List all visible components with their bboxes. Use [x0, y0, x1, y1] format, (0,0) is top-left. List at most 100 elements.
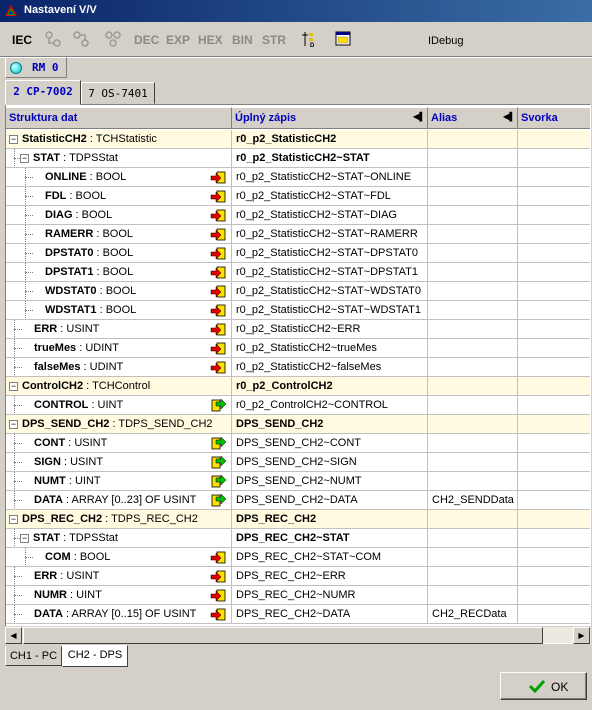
alias-cell[interactable] [428, 396, 518, 415]
alias-cell[interactable] [428, 168, 518, 187]
structure-cell[interactable]: − ControlCH2 : TCHControl [6, 377, 232, 396]
structure-cell[interactable]: WDSTAT1 : BOOL [6, 301, 232, 320]
table-row[interactable]: falseMes : UDINT r0_p2_StatisticCH2~false… [6, 358, 590, 377]
tab-os-7401[interactable]: 7 OS-7401 [81, 82, 155, 104]
table-row[interactable]: WDSTAT1 : BOOL r0_p2_StatisticCH2~STAT~WD… [6, 301, 590, 320]
full-name-cell[interactable]: r0_p2_StatisticCH2~STAT~DPSTAT1 [232, 263, 428, 282]
full-name-cell[interactable]: r0_p2_StatisticCH2~STAT [232, 149, 428, 168]
structure-cell[interactable]: CONT : USINT [6, 434, 232, 453]
svorka-cell[interactable] [518, 149, 590, 168]
full-name-cell[interactable]: r0_p2_StatisticCH2~STAT~RAMERR [232, 225, 428, 244]
alias-cell[interactable] [428, 586, 518, 605]
table-row[interactable]: − STAT : TDPSStat DPS_REC_CH2~STAT [6, 529, 590, 548]
full-name-cell[interactable]: r0_p2_StatisticCH2~STAT~WDSTAT1 [232, 301, 428, 320]
alias-cell[interactable] [428, 472, 518, 491]
full-name-cell[interactable]: DPS_REC_CH2~STAT~COM [232, 548, 428, 567]
structure-cell[interactable]: ERR : USINT [6, 320, 232, 339]
structure-cell[interactable]: DPSTAT1 : BOOL [6, 263, 232, 282]
table-row[interactable]: ONLINE : BOOL r0_p2_StatisticCH2~STAT~ONL… [6, 168, 590, 187]
table-row[interactable]: − ControlCH2 : TCHControl r0_p2_ControlCH2 [6, 377, 590, 396]
table-row[interactable]: NUMT : UINT DPS_SEND_CH2~NUMT [6, 472, 590, 491]
step-icon[interactable] [44, 30, 62, 48]
structure-cell[interactable]: ONLINE : BOOL [6, 168, 232, 187]
svorka-cell[interactable] [518, 491, 590, 510]
column-resize-icon[interactable]: ◀▌ [503, 112, 515, 121]
alias-cell[interactable] [428, 377, 518, 396]
table-row[interactable]: ERR : USINT r0_p2_StatisticCH2~ERR [6, 320, 590, 339]
structure-cell[interactable]: falseMes : UDINT [6, 358, 232, 377]
full-name-cell[interactable]: r0_p2_StatisticCH2 [232, 130, 428, 149]
full-name-cell[interactable]: r0_p2_StatisticCH2~STAT~DIAG [232, 206, 428, 225]
table-row[interactable]: DATA : ARRAY [0..15] OF USINT DPS_REC_CH2… [6, 605, 590, 624]
step-icon[interactable] [104, 30, 122, 48]
svorka-cell[interactable] [518, 415, 590, 434]
column-header-alias[interactable]: Alias ◀▌ [428, 107, 518, 129]
alias-cell[interactable]: CH2_SENDData [428, 491, 518, 510]
full-name-cell[interactable]: DPS_REC_CH2~STAT [232, 529, 428, 548]
full-name-cell[interactable]: DPS_REC_CH2 [232, 510, 428, 529]
alias-cell[interactable] [428, 510, 518, 529]
horizontal-scrollbar[interactable]: ◀ ▶ [5, 626, 591, 644]
exp-button[interactable]: EXP [166, 33, 190, 47]
window-icon[interactable] [334, 30, 352, 48]
full-name-cell[interactable]: r0_p2_ControlCH2 [232, 377, 428, 396]
table-row[interactable]: − STAT : TDPSStat r0_p2_StatisticCH2~STAT [6, 149, 590, 168]
bin-button[interactable]: BIN [232, 33, 253, 47]
table-row[interactable]: CONTROL : UINT r0_p2_ControlCH2~CONTROL [6, 396, 590, 415]
svorka-cell[interactable] [518, 472, 590, 491]
full-name-cell[interactable]: r0_p2_StatisticCH2~falseMes [232, 358, 428, 377]
tab-ch1-pc[interactable]: CH1 - PC [5, 646, 62, 666]
column-resize-icon[interactable]: ◀▌ [413, 112, 425, 121]
alias-cell[interactable] [428, 529, 518, 548]
svorka-cell[interactable] [518, 263, 590, 282]
full-name-cell[interactable]: r0_p2_StatisticCH2~STAT~DPSTAT0 [232, 244, 428, 263]
full-name-cell[interactable]: r0_p2_StatisticCH2~trueMes [232, 339, 428, 358]
table-row[interactable]: NUMR : UINT DPS_REC_CH2~NUMR [6, 586, 590, 605]
full-name-cell[interactable]: r0_p2_StatisticCH2~STAT~ONLINE [232, 168, 428, 187]
scroll-right-icon[interactable]: ▶ [573, 627, 590, 644]
alias-cell[interactable] [428, 282, 518, 301]
table-row[interactable]: RAMERR : BOOL r0_p2_StatisticCH2~STAT~RAM… [6, 225, 590, 244]
alias-cell[interactable]: CH2_RECData [428, 605, 518, 624]
svorka-cell[interactable] [518, 320, 590, 339]
table-row[interactable]: − DPS_SEND_CH2 : TDPS_SEND_CH2 DPS_SEND_CH… [6, 415, 590, 434]
structure-cell[interactable]: − DPS_SEND_CH2 : TDPS_SEND_CH2 [6, 415, 232, 434]
table-row[interactable]: SIGN : USINT DPS_SEND_CH2~SIGN [6, 453, 590, 472]
structure-cell[interactable]: CONTROL : UINT [6, 396, 232, 415]
collapse-icon[interactable]: − [9, 135, 18, 144]
svorka-cell[interactable] [518, 282, 590, 301]
structure-cell[interactable]: DATA : ARRAY [0..15] OF USINT [6, 605, 232, 624]
structure-cell[interactable]: NUMT : UINT [6, 472, 232, 491]
table-row[interactable]: COM : BOOL DPS_REC_CH2~STAT~COM [6, 548, 590, 567]
full-name-cell[interactable]: r0_p2_StatisticCH2~STAT~WDSTAT0 [232, 282, 428, 301]
full-name-cell[interactable]: r0_p2_ControlCH2~CONTROL [232, 396, 428, 415]
alias-cell[interactable] [428, 320, 518, 339]
full-name-cell[interactable]: r0_p2_StatisticCH2~ERR [232, 320, 428, 339]
structure-cell[interactable]: FDL : BOOL [6, 187, 232, 206]
alias-cell[interactable] [428, 301, 518, 320]
svorka-cell[interactable] [518, 225, 590, 244]
alias-cell[interactable] [428, 339, 518, 358]
iec-button[interactable]: IEC [12, 33, 32, 47]
alias-cell[interactable] [428, 434, 518, 453]
structure-cell[interactable]: COM : BOOL [6, 548, 232, 567]
scroll-thumb[interactable] [23, 627, 543, 644]
alias-cell[interactable] [428, 244, 518, 263]
svorka-cell[interactable] [518, 168, 590, 187]
table-row[interactable]: DPSTAT1 : BOOL r0_p2_StatisticCH2~STAT~DP… [6, 263, 590, 282]
column-header-svorka[interactable]: Svorka [518, 107, 590, 129]
alias-cell[interactable] [428, 263, 518, 282]
table-row[interactable]: WDSTAT0 : BOOL r0_p2_StatisticCH2~STAT~WD… [6, 282, 590, 301]
svorka-cell[interactable] [518, 130, 590, 149]
structure-cell[interactable]: − STAT : TDPSStat [6, 149, 232, 168]
column-header-full[interactable]: Úplný zápis ◀▌ [232, 107, 428, 129]
structure-cell[interactable]: ERR : USINT [6, 567, 232, 586]
full-name-cell[interactable]: DPS_REC_CH2~ERR [232, 567, 428, 586]
alias-cell[interactable] [428, 567, 518, 586]
svorka-cell[interactable] [518, 548, 590, 567]
svorka-cell[interactable] [518, 187, 590, 206]
full-name-cell[interactable]: DPS_SEND_CH2 [232, 415, 428, 434]
alias-cell[interactable] [428, 149, 518, 168]
svorka-cell[interactable] [518, 453, 590, 472]
structure-cell[interactable]: NUMR : UINT [6, 586, 232, 605]
